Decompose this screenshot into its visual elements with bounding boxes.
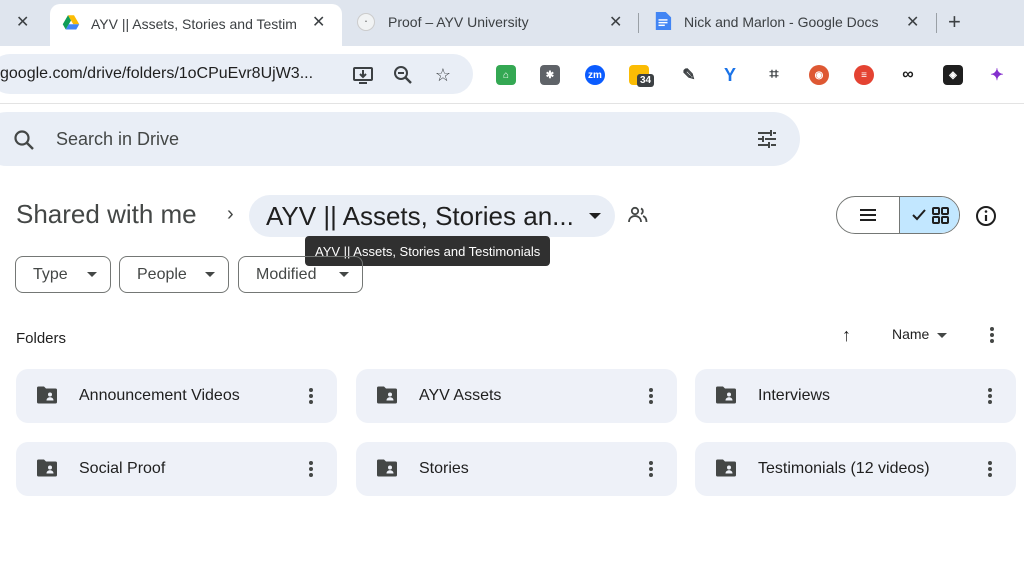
grid-view-button[interactable] (899, 197, 959, 233)
todoist-icon[interactable]: ≡ (854, 65, 874, 85)
breadcrumb-current-label: AYV || Assets, Stories an... (266, 201, 574, 231)
more-options-icon[interactable] (309, 461, 313, 477)
search-options-icon[interactable] (756, 128, 778, 150)
url-text[interactable]: google.com/drive/folders/1oCPuEvr8UjW3..… (0, 65, 313, 83)
calendar-badge: 34 (637, 74, 655, 87)
ext-green-icon[interactable]: ⌂ (496, 65, 516, 85)
browser-toolbar: google.com/drive/folders/1oCPuEvr8UjW3..… (0, 46, 1024, 104)
section-title-folders: Folders (16, 330, 67, 347)
browser-tab-previous[interactable]: ✕ (0, 0, 50, 44)
sort-by-name-button[interactable]: Name (892, 326, 929, 342)
zoom-icon[interactable] (392, 64, 414, 86)
folder-card[interactable]: Interviews (695, 369, 1016, 423)
close-icon[interactable]: ✕ (609, 12, 622, 32)
filter-label: People (137, 265, 187, 283)
list-icon (860, 209, 876, 221)
calendar-icon[interactable]: 34 (629, 65, 655, 87)
more-options-icon[interactable] (309, 388, 313, 404)
view-toggle (836, 196, 960, 234)
folder-card[interactable]: AYV Assets (356, 369, 677, 423)
caret-down-icon (589, 213, 601, 219)
site-icon: • (357, 13, 375, 31)
close-icon[interactable]: ✕ (312, 12, 325, 32)
shared-people-icon[interactable] (627, 206, 649, 224)
tab-title: AYV || Assets, Stories and Testimonials (91, 16, 297, 32)
arrow-up-icon[interactable]: ↑ (842, 325, 851, 346)
folder-name: Testimonials (12 videos) (758, 460, 930, 477)
more-options-icon[interactable] (988, 461, 992, 477)
search-input[interactable]: Search in Drive (56, 129, 179, 150)
tab-title: Proof – AYV University (388, 14, 529, 30)
tab-separator (638, 13, 639, 33)
shared-folder-icon (37, 386, 57, 404)
close-icon[interactable]: ✕ (16, 12, 29, 32)
duckduckgo-icon[interactable]: ◉ (809, 65, 829, 85)
google-drive-icon (62, 15, 80, 30)
bookmark-star-icon[interactable]: ☆ (432, 64, 454, 86)
folder-name: AYV Assets (419, 387, 502, 404)
tab-title: Nick and Marlon - Google Docs (684, 14, 879, 30)
browser-tab-strip: ✕ AYV || Assets, Stories and Testimonial… (0, 0, 1024, 46)
filter-label: Modified (256, 265, 317, 283)
zoom-extension-icon[interactable]: zm (585, 65, 605, 85)
caret-down-icon (87, 272, 97, 277)
shared-folder-icon (716, 386, 736, 404)
more-options-icon[interactable] (649, 388, 653, 404)
folder-name: Interviews (758, 387, 831, 404)
google-docs-icon (655, 12, 672, 30)
search-icon[interactable] (13, 129, 35, 151)
pen-icon[interactable]: ✎ (679, 65, 699, 85)
layers-icon[interactable]: ◈ (943, 65, 963, 85)
link-icon[interactable]: ∞ (898, 65, 918, 85)
close-icon[interactable]: ✕ (906, 12, 919, 32)
shared-folder-icon (377, 459, 397, 477)
folder-card[interactable]: Testimonials (12 videos) (695, 442, 1016, 496)
screenshot-icon[interactable]: ⌗ (764, 65, 784, 85)
caret-down-icon (937, 333, 947, 338)
shared-folder-icon (377, 386, 397, 404)
address-bar[interactable]: google.com/drive/folders/1oCPuEvr8UjW3..… (0, 54, 473, 94)
chevron-right-icon: › (227, 203, 234, 225)
folder-name: Social Proof (79, 460, 166, 477)
funnel-icon[interactable]: Y (720, 65, 740, 85)
breadcrumb-root[interactable]: Shared with me (16, 199, 197, 230)
more-options-icon[interactable] (649, 461, 653, 477)
caret-down-icon (205, 272, 215, 277)
breadcrumb-current-folder[interactable]: AYV || Assets, Stories an... (249, 195, 615, 237)
caret-down-icon (339, 272, 349, 277)
shared-folder-icon (37, 459, 57, 477)
tab-separator (936, 13, 937, 33)
filter-label: Type (33, 265, 68, 283)
browser-tab[interactable]: Nick and Marlon - Google Docs ✕ (640, 0, 936, 44)
folder-card[interactable]: Stories (356, 442, 677, 496)
filter-modified-chip[interactable]: Modified (238, 256, 363, 293)
info-icon[interactable] (975, 205, 997, 227)
hubspot-icon[interactable]: ✱ (540, 65, 560, 85)
browser-tab[interactable]: • Proof – AYV University ✕ (342, 0, 632, 44)
new-tab-button[interactable]: + (948, 9, 961, 35)
folder-name: Announcement Videos (79, 387, 240, 404)
list-view-button[interactable] (837, 197, 899, 233)
filter-type-chip[interactable]: Type (15, 256, 111, 293)
filter-people-chip[interactable]: People (119, 256, 229, 293)
folder-name: Stories (419, 460, 469, 477)
sparkle-icon[interactable]: ✦ (987, 65, 1007, 85)
more-options-icon[interactable] (990, 327, 994, 343)
grid-checked-icon (911, 207, 949, 224)
folder-card[interactable]: Social Proof (16, 442, 337, 496)
drive-search-bar[interactable]: Search in Drive (0, 112, 800, 166)
browser-tab-active[interactable]: AYV || Assets, Stories and Testimonials … (50, 4, 342, 46)
install-app-icon[interactable] (352, 64, 374, 86)
shared-folder-icon (716, 459, 736, 477)
folder-card[interactable]: Announcement Videos (16, 369, 337, 423)
more-options-icon[interactable] (988, 388, 992, 404)
